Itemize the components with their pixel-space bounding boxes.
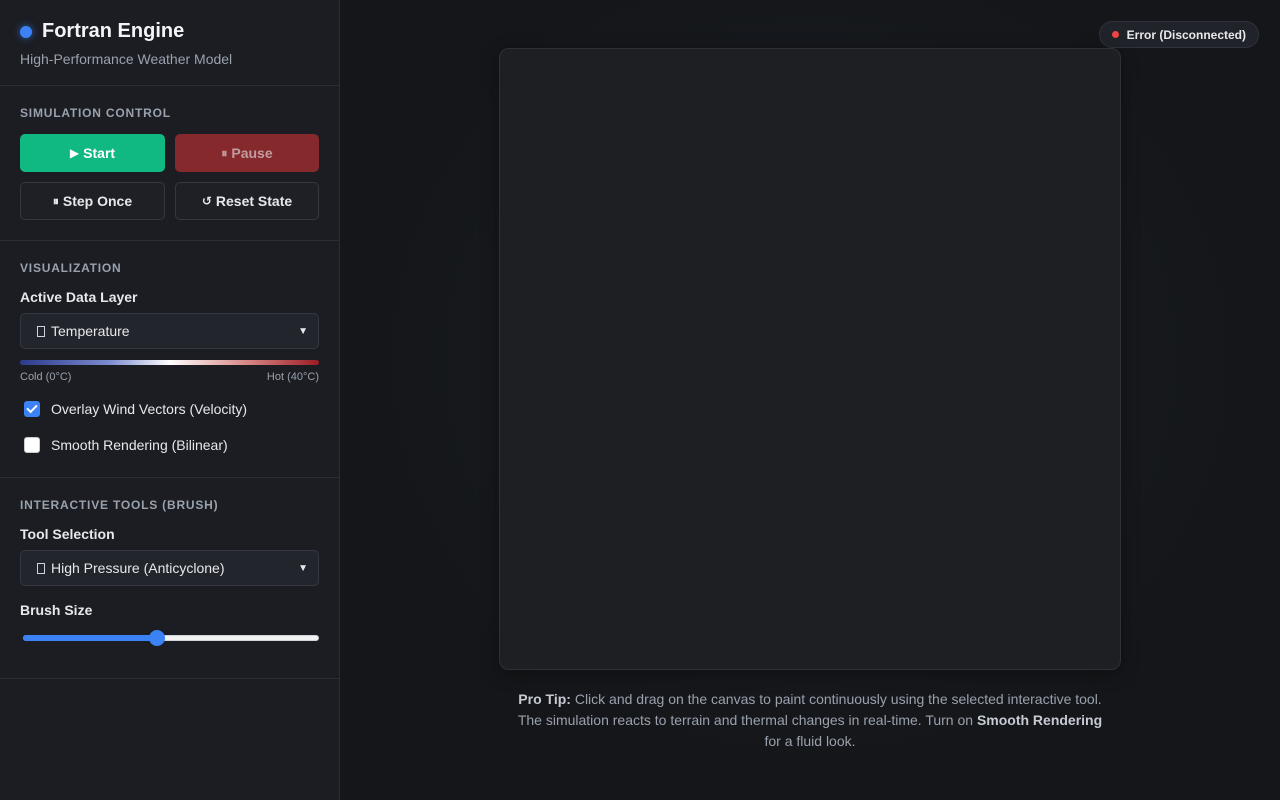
brand-header: Fortran Engine High-Performance Weather … <box>0 0 339 86</box>
play-icon: ▶ <box>69 146 80 160</box>
reset-state-button[interactable]: ↺ Reset State <box>175 182 319 220</box>
app-root: Fortran Engine High-Performance Weather … <box>0 0 1280 800</box>
pro-tip-text-2: for a fluid look. <box>764 733 856 749</box>
simulation-buttons: ▶ Start ⏸ Pause ⏸ Step Once ↺ Reset Stat… <box>20 134 319 220</box>
legend-cold-label: Cold (0°C) <box>20 371 72 383</box>
section-title-tools: INTERACTIVE TOOLS (BRUSH) <box>20 498 219 512</box>
pause-button-label: Pause <box>231 145 273 161</box>
brush-size-label: Brush Size <box>20 602 93 618</box>
wind-vectors-checkbox[interactable] <box>24 401 40 417</box>
pro-tip-emphasis: Smooth Rendering <box>976 712 1103 728</box>
brush-size-slider[interactable] <box>20 630 319 646</box>
reset-state-button-label: Reset State <box>215 193 293 209</box>
active-layer-label: Active Data Layer <box>20 289 138 305</box>
tool-selected-text: High Pressure (Anticyclone) <box>51 560 225 576</box>
thermometer-icon <box>37 325 45 337</box>
smooth-rendering-checkbox[interactable] <box>24 437 40 453</box>
step-icon: ⏸ <box>52 193 59 208</box>
simulation-control-section: SIMULATION CONTROL ▶ Start ⏸ Pause ⏸ Ste… <box>0 86 339 241</box>
chevron-down-icon: ▼ <box>298 562 308 574</box>
active-layer-select-value: Temperature <box>37 323 130 339</box>
section-title-visualization: VISUALIZATION <box>20 261 122 275</box>
tool-selection-label: Tool Selection <box>20 526 115 542</box>
wind-vectors-label: Overlay Wind Vectors (Velocity) <box>51 401 248 417</box>
chevron-down-icon: ▼ <box>298 325 308 337</box>
brush-size-fill <box>23 635 157 641</box>
brand-dot-icon <box>20 25 32 38</box>
tool-selection-value: High Pressure (Anticyclone) <box>37 560 225 576</box>
step-once-button[interactable]: ⏸ Step Once <box>20 182 165 220</box>
start-button-label: Start <box>83 145 116 161</box>
pro-tip: Pro Tip: Click and drag on the canvas to… <box>510 689 1110 752</box>
active-layer-select[interactable]: Temperature ▼ <box>20 313 319 349</box>
main-area: Error (Disconnected) Pro Tip: Click and … <box>340 0 1280 800</box>
pause-button[interactable]: ⏸ Pause <box>175 134 319 172</box>
connection-status-text: Error (Disconnected) <box>1126 27 1246 42</box>
temperature-legend-bar <box>20 360 319 365</box>
app-subtitle: High-Performance Weather Model <box>20 51 233 67</box>
visualization-section: VISUALIZATION Active Data Layer Temperat… <box>0 241 339 478</box>
brand-row: Fortran Engine <box>20 20 319 43</box>
start-button[interactable]: ▶ Start <box>20 134 165 172</box>
sidebar: Fortran Engine High-Performance Weather … <box>0 0 340 800</box>
interactive-tools-section: INTERACTIVE TOOLS (BRUSH) Tool Selection… <box>0 478 339 679</box>
legend-hot-label: Hot (40°C) <box>266 371 319 383</box>
active-layer-selected-text: Temperature <box>51 323 130 339</box>
brush-size-thumb[interactable] <box>149 630 165 646</box>
reset-icon: ↺ <box>201 194 212 208</box>
pro-tip-lead: Pro Tip: <box>518 691 571 707</box>
smooth-rendering-label: Smooth Rendering (Bilinear) <box>51 437 228 453</box>
wind-vectors-toggle[interactable]: Overlay Wind Vectors (Velocity) <box>20 401 319 417</box>
pressure-icon <box>37 562 45 574</box>
app-title: Fortran Engine <box>42 20 185 42</box>
temperature-legend-labels: Cold (0°C) Hot (40°C) <box>20 371 319 383</box>
status-dot-icon <box>1111 31 1119 38</box>
step-once-button-label: Step Once <box>62 193 133 209</box>
pause-icon: ⏸ <box>221 145 228 160</box>
section-title-simulation: SIMULATION CONTROL <box>20 106 171 120</box>
connection-status-badge: Error (Disconnected) <box>1098 21 1259 48</box>
tool-selection-select[interactable]: High Pressure (Anticyclone) ▼ <box>20 550 319 586</box>
simulation-canvas[interactable] <box>499 48 1121 670</box>
smooth-rendering-toggle[interactable]: Smooth Rendering (Bilinear) <box>20 437 319 453</box>
